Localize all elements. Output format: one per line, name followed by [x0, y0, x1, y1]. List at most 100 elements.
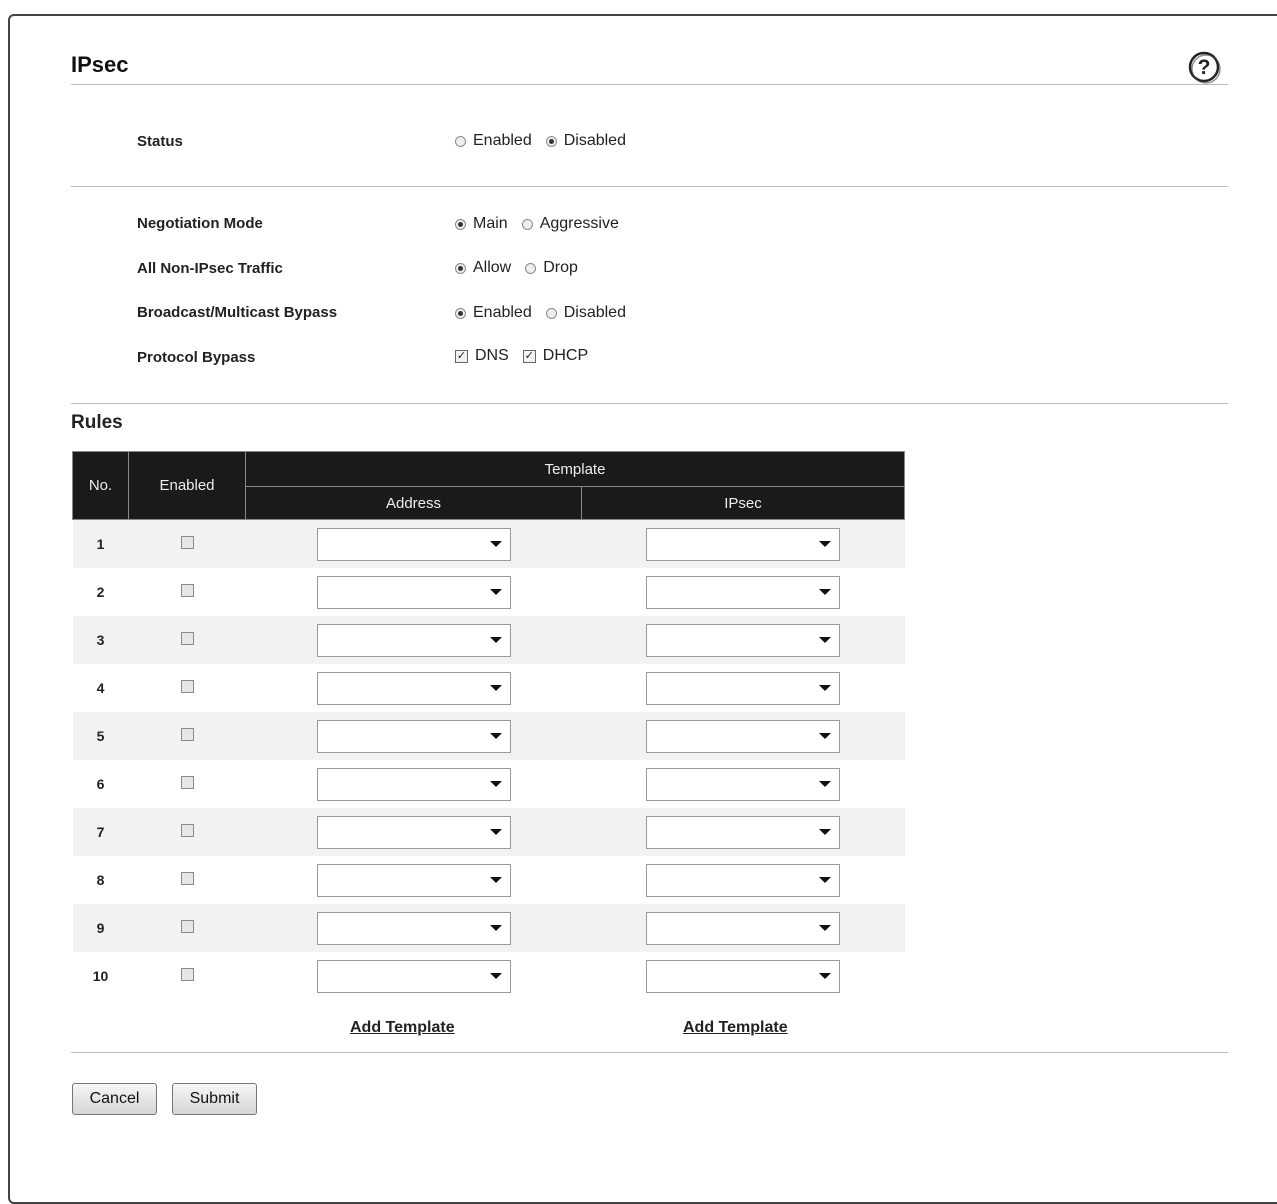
- address-template-select[interactable]: [316, 959, 511, 993]
- rule-enabled-checkbox[interactable]: [180, 823, 194, 837]
- rule-number: 6: [96, 776, 105, 792]
- broadcast-enabled-radio[interactable]: [455, 307, 466, 319]
- traffic-drop-option[interactable]: Drop: [525, 259, 578, 277]
- cancel-button[interactable]: Cancel: [72, 1083, 157, 1115]
- chevron-down-icon: [819, 733, 831, 739]
- rule-enabled-checkbox[interactable]: [180, 583, 194, 597]
- rule-number: 3: [72, 616, 129, 664]
- rule-number: 2: [96, 584, 105, 600]
- traffic-drop-radio[interactable]: [525, 262, 537, 274]
- address-template-select[interactable]: [316, 527, 511, 561]
- traffic-allow-option[interactable]: Allow: [455, 259, 511, 277]
- dhcp-option[interactable]: ✓ DHCP: [522, 347, 588, 365]
- chevron-down-icon: [489, 877, 502, 883]
- table-row: 1: [72, 519, 905, 568]
- ipsec-template-select[interactable]: [646, 575, 840, 609]
- rule-ipsec-cell: [581, 519, 905, 568]
- rule-address-cell: [245, 712, 582, 760]
- col-no-header: No.: [72, 451, 129, 520]
- address-template-select[interactable]: [316, 719, 511, 753]
- chevron-down-icon: [489, 925, 502, 931]
- table-row: 10: [73, 952, 905, 1000]
- rule-enabled-cell: [129, 952, 246, 1000]
- rule-enabled-cell: [129, 760, 246, 808]
- negotiation-main-option[interactable]: Main: [455, 215, 508, 233]
- rule-enabled-cell: [128, 519, 246, 568]
- status-disabled-option[interactable]: Disabled: [545, 132, 626, 150]
- ipsec-template-select[interactable]: [646, 527, 840, 561]
- negotiation-aggressive-option[interactable]: Aggressive: [521, 215, 619, 233]
- table-row: 7: [72, 808, 905, 856]
- dns-option[interactable]: ✓ DNS: [455, 347, 509, 365]
- status-enabled-radio[interactable]: [455, 135, 466, 147]
- col-enabled-header: Enabled: [128, 451, 246, 520]
- protocol-bypass-label: Protocol Bypass: [137, 349, 256, 366]
- col-ipsec-header: IPsec: [581, 486, 905, 520]
- rule-enabled-checkbox[interactable]: [180, 919, 194, 933]
- help-icon[interactable]: ?: [1185, 48, 1223, 86]
- broadcast-bypass-label: Broadcast/Multicast Bypass: [137, 304, 338, 321]
- ipsec-template-select[interactable]: [646, 911, 840, 945]
- rule-enabled-checkbox[interactable]: [180, 631, 194, 645]
- chevron-down-icon: [489, 733, 502, 739]
- status-disabled-radio[interactable]: [545, 135, 557, 147]
- rule-ipsec-cell: [582, 760, 905, 808]
- address-template-select[interactable]: [316, 815, 511, 849]
- rule-address-cell: [246, 568, 582, 616]
- dns-checkbox[interactable]: ✓: [455, 349, 468, 363]
- rule-enabled-checkbox[interactable]: [180, 871, 194, 885]
- address-template-select[interactable]: [316, 575, 511, 609]
- add-address-template-link[interactable]: Add Template: [350, 1019, 455, 1037]
- address-template-select[interactable]: [316, 623, 511, 657]
- ipsec-template-select[interactable]: [646, 671, 840, 705]
- rule-address-cell: [246, 760, 582, 808]
- dhcp-checkbox[interactable]: ✓: [522, 349, 536, 363]
- negotiation-aggressive-radio[interactable]: [521, 218, 533, 230]
- rule-enabled-checkbox[interactable]: [180, 727, 194, 741]
- table-row: 9: [72, 904, 905, 952]
- ipsec-template-select[interactable]: [646, 863, 840, 897]
- rule-ipsec-cell: [581, 808, 905, 856]
- ipsec-template-select[interactable]: [646, 959, 840, 993]
- chevron-down-icon: [489, 589, 502, 595]
- address-template-select[interactable]: [316, 863, 511, 897]
- rule-ipsec-cell: [582, 664, 905, 712]
- rule-enabled-checkbox[interactable]: [180, 967, 194, 981]
- rule-enabled-checkbox[interactable]: [180, 535, 194, 549]
- rule-enabled-checkbox[interactable]: [180, 679, 194, 693]
- address-template-select[interactable]: [316, 911, 511, 945]
- ipsec-template-select[interactable]: [646, 815, 840, 849]
- settings-divider: [71, 403, 1228, 404]
- ipsec-template-select[interactable]: [646, 719, 840, 753]
- rule-address-cell: [245, 519, 582, 568]
- broadcast-disabled-radio[interactable]: [545, 307, 557, 319]
- chevron-down-icon: [819, 829, 831, 835]
- rule-ipsec-cell: [582, 856, 905, 904]
- negotiation-mode-options: Main Aggressive: [455, 215, 633, 233]
- rule-number: 1: [72, 519, 129, 568]
- broadcast-bypass-options: Enabled Disabled: [455, 304, 640, 322]
- rule-enabled-cell: [128, 808, 246, 856]
- traffic-allow-radio[interactable]: [455, 262, 466, 274]
- address-template-select[interactable]: [316, 671, 511, 705]
- rule-enabled-cell: [129, 664, 246, 712]
- add-ipsec-template-link[interactable]: Add Template: [683, 1019, 788, 1037]
- rule-ipsec-cell: [582, 952, 905, 1000]
- broadcast-enabled-option[interactable]: Enabled: [455, 304, 532, 322]
- chevron-down-icon: [819, 781, 831, 787]
- table-row: 4: [73, 664, 905, 712]
- negotiation-main-radio[interactable]: [455, 218, 466, 230]
- rule-enabled-checkbox[interactable]: [180, 775, 194, 789]
- rule-address-cell: [245, 616, 582, 664]
- rule-enabled-cell: [128, 712, 246, 760]
- rule-ipsec-cell: [581, 904, 905, 952]
- non-ipsec-traffic-options: Allow Drop: [455, 259, 592, 277]
- ipsec-template-select[interactable]: [646, 623, 840, 657]
- address-template-select[interactable]: [316, 767, 511, 801]
- broadcast-disabled-option[interactable]: Disabled: [545, 304, 626, 322]
- status-enabled-option[interactable]: Enabled: [455, 132, 532, 150]
- submit-button[interactable]: Submit: [172, 1083, 257, 1115]
- rule-enabled-cell: [128, 616, 246, 664]
- ipsec-template-select[interactable]: [646, 767, 840, 801]
- chevron-down-icon: [819, 685, 831, 691]
